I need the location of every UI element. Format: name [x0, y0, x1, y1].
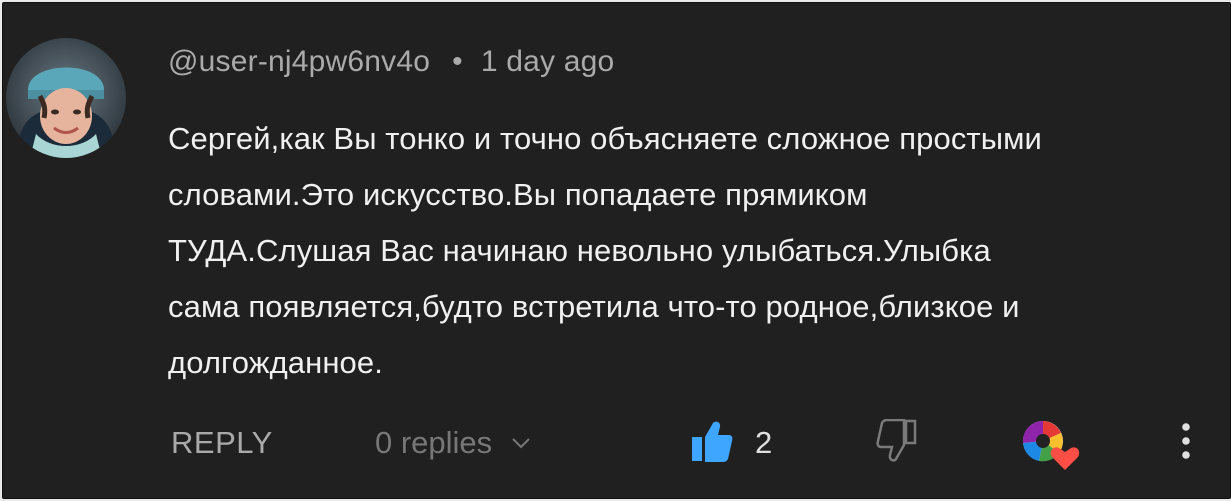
- reply-button[interactable]: REPLY: [171, 425, 273, 461]
- comment-line: ТУДА.Слушая Вас начинаю невольно улыбать…: [168, 233, 991, 268]
- comment-line: долгожданное.: [168, 345, 383, 380]
- creator-heart-icon[interactable]: [1019, 417, 1081, 473]
- more-vertical-icon[interactable]: [1171, 419, 1201, 463]
- comment-actions: REPLY 0 replies 2: [3, 413, 1230, 473]
- comment-line: сама появляется,будто встретила что-то р…: [168, 289, 1020, 324]
- comment-line: Сергей,как Вы тонко и точно объясняете с…: [168, 121, 1042, 156]
- like-count: 2: [755, 425, 773, 460]
- replies-label: 0 replies: [375, 425, 493, 460]
- comment-body: Сергей,как Вы тонко и точно объясняете с…: [168, 111, 1228, 391]
- avatar[interactable]: [6, 38, 126, 158]
- replies-toggle-button[interactable]: 0 replies: [375, 425, 532, 461]
- comment-line: словами.Это искусство.Вы попадаете прями…: [168, 177, 868, 212]
- chevron-down-icon: [512, 438, 530, 449]
- comment-header: @user-nj4pw6nv4o • 1 day ago: [168, 45, 614, 79]
- timestamp[interactable]: 1 day ago: [481, 45, 615, 78]
- thumbs-down-icon[interactable]: [875, 419, 917, 463]
- thumbs-up-icon[interactable]: [691, 419, 733, 463]
- separator-dot: •: [452, 45, 463, 78]
- comment-card: @user-nj4pw6nv4o • 1 day ago Сергей,как Вы…: [2, 2, 1231, 499]
- author-name[interactable]: @user-nj4pw6nv4o: [168, 45, 430, 78]
